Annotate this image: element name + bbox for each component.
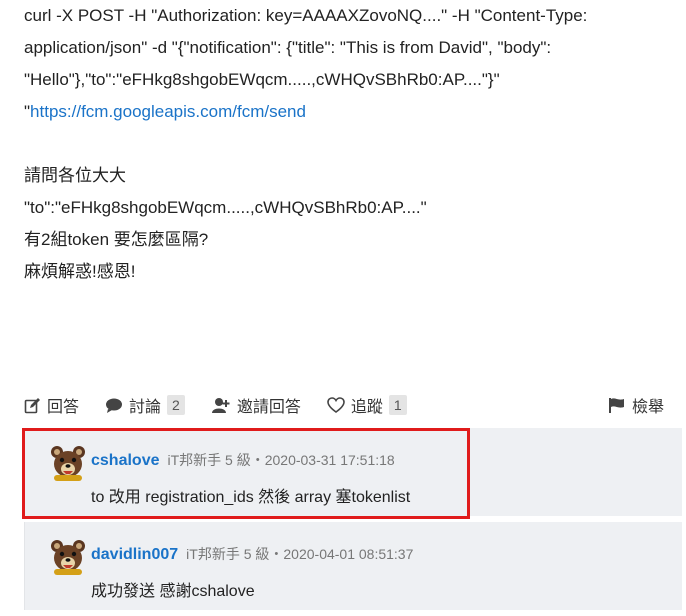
flag-icon — [608, 397, 626, 414]
invite-answer-button[interactable]: 邀請回答 — [211, 393, 301, 417]
action-bar: 回答 討論 2 邀請回答 追蹤 1 檢舉 — [24, 389, 674, 421]
answer-label: 回答 — [47, 399, 80, 416]
comment-text: 成功發送 感謝cshalove — [91, 583, 255, 600]
comment-icon — [105, 397, 123, 414]
report-button[interactable]: 檢舉 — [608, 393, 664, 417]
answer-button[interactable]: 回答 — [24, 393, 79, 417]
comment-item: cshalove iT邦新手 5 級・2020-03-31 17:51:18 to… — [22, 428, 682, 519]
invite-answer-label: 邀請回答 — [236, 399, 301, 416]
edit-icon — [24, 397, 41, 414]
comment-meta: cshalove iT邦新手 5 級・2020-03-31 17:51:18 — [91, 450, 395, 470]
follow-count-badge: 1 — [388, 395, 407, 415]
comment-rank-date: iT邦新手 5 級・2020-03-31 17:51:18 — [167, 452, 395, 468]
url-line: "https://fcm.googleapis.com/fcm/send — [24, 102, 306, 121]
comment-username[interactable]: cshalove — [91, 452, 159, 469]
bear-avatar-icon[interactable] — [49, 538, 87, 576]
discuss-button[interactable]: 討論 2 — [105, 393, 185, 417]
comment-username[interactable]: davidlin007 — [91, 546, 178, 563]
question-line-3: 有2組token 要怎麼區隔? — [24, 230, 209, 249]
heart-icon — [327, 396, 345, 414]
discuss-label: 討論 — [129, 399, 162, 416]
curl-text: curl -X POST -H "Authorization: key=AAAA… — [24, 6, 588, 89]
curl-command: curl -X POST -H "Authorization: key=AAAA… — [24, 0, 674, 96]
discuss-count-badge: 2 — [167, 395, 185, 415]
comment-text: to 改用 registration_ids 然後 array 塞tokenli… — [91, 489, 411, 506]
question-line-4: 麻煩解惑!感恩! — [24, 262, 136, 281]
question-line-1: 請問各位大大 — [24, 166, 126, 185]
question-body: curl -X POST -H "Authorization: key=AAAA… — [24, 0, 674, 288]
question-line-2: "to":"eFHkg8shgobEWqcm.....,cWHQvSBhRb0:… — [24, 198, 427, 217]
follow-label: 追蹤 — [350, 399, 383, 416]
user-plus-icon — [211, 397, 231, 414]
comment-rank-date: iT邦新手 5 級・2020-04-01 08:51:37 — [186, 546, 414, 562]
report-label: 檢舉 — [631, 399, 664, 416]
comment-meta: davidlin007 iT邦新手 5 級・2020-04-01 08:51:37 — [91, 544, 413, 564]
fcm-url-link[interactable]: https://fcm.googleapis.com/fcm/send — [30, 102, 306, 121]
bear-avatar-icon[interactable] — [49, 444, 87, 482]
comment-item: davidlin007 iT邦新手 5 級・2020-04-01 08:51:37… — [24, 522, 682, 610]
comment-list: cshalove iT邦新手 5 級・2020-03-31 17:51:18 to… — [22, 428, 682, 616]
follow-button[interactable]: 追蹤 1 — [327, 393, 407, 417]
